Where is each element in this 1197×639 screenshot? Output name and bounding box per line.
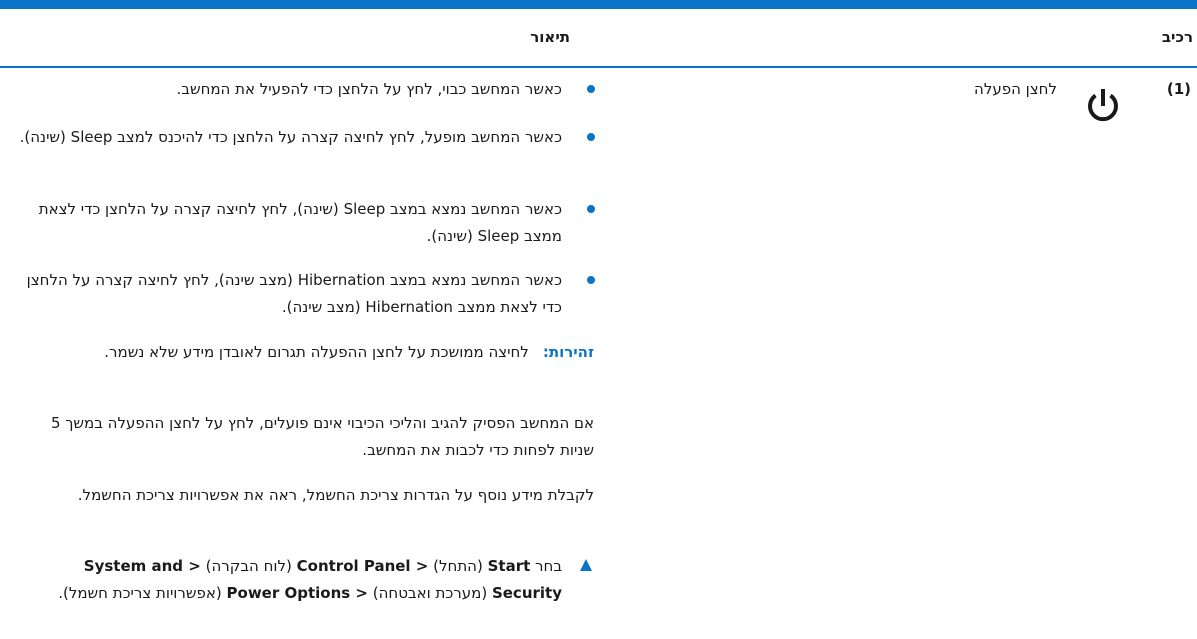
paragraph: אם המחשב הפסיק להגיב והליכי הכיבוי אינם … xyxy=(51,414,594,459)
list-item-text: כאשר המחשב נמצא במצב Sleep (שינה), לחץ ל… xyxy=(38,200,562,245)
top-rule xyxy=(0,0,1197,9)
step-text: בחר Start (התחל) < Control Panel (לוח הב… xyxy=(58,557,562,602)
power-icon xyxy=(1088,89,1118,122)
caution-text: לחיצה ממושכת על לחצן ההפעלה תגרום לאובדן… xyxy=(104,343,529,361)
step-triangle-icon xyxy=(580,559,592,571)
list-item-text: כאשר המחשב כבוי, לחץ על הלחצן כדי להפעיל… xyxy=(176,80,563,98)
list-item-text: כאשר המחשב נמצא במצב Hibernation (מצב שי… xyxy=(26,271,562,316)
header-component: רכיב xyxy=(1161,28,1193,46)
row-number: (1) xyxy=(1166,80,1191,98)
bullet-dot-icon xyxy=(587,276,595,284)
header-description: תיאור xyxy=(530,28,570,46)
paragraph: לקבלת מידע נוסף על הגדרות צריכת החשמל, ר… xyxy=(77,486,594,504)
bullet-dot-icon xyxy=(587,85,595,93)
list-item-text: כאשר המחשב מופעל, לחץ לחיצה קצרה על הלחצ… xyxy=(19,128,562,146)
caution-label: זהירות: xyxy=(542,343,594,361)
bullet-dot-icon xyxy=(587,133,595,141)
caution-note: זהירות: לחיצה ממושכת על לחצן ההפעלה תגרום… xyxy=(19,339,594,366)
document-page: רכיב תיאור (1) לחצן הפעלה כאשר המחשב כבו… xyxy=(0,0,1197,639)
bullet-dot-icon xyxy=(587,205,595,213)
table-header-row: רכיב תיאור xyxy=(0,9,1197,68)
component-name: לחצן הפעלה xyxy=(974,80,1057,98)
